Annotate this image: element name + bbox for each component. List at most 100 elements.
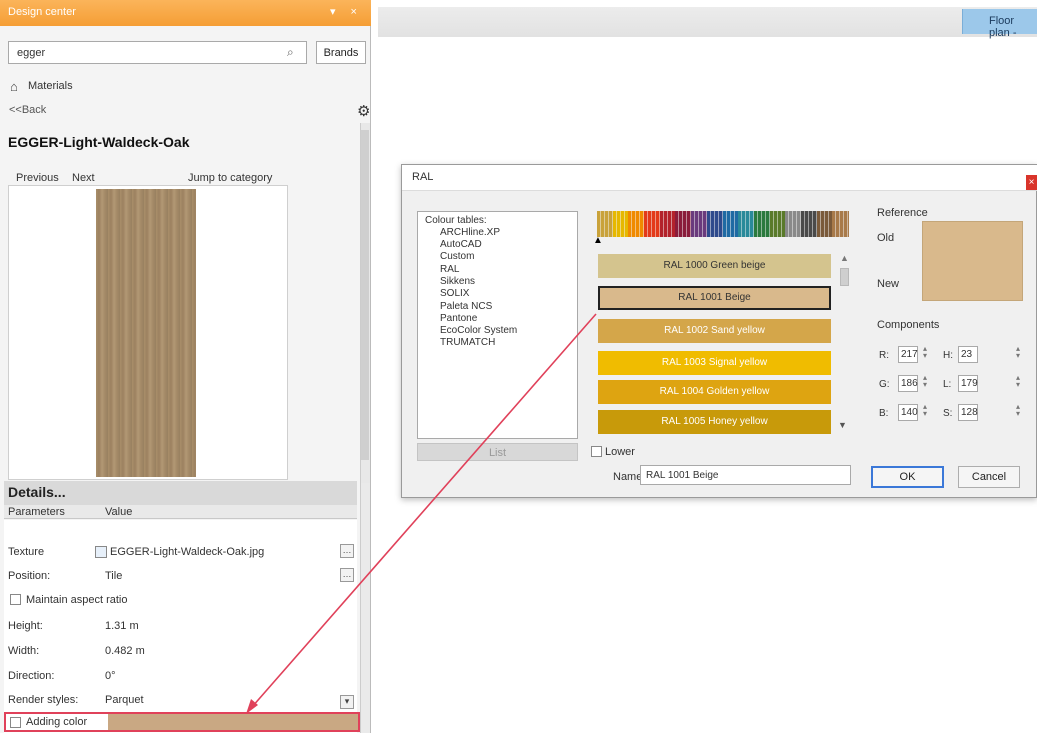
components-label: Components [877, 319, 940, 331]
tree-item-sikkens[interactable]: Sikkens [440, 276, 475, 287]
preview-scrollbar-thumb[interactable] [361, 130, 369, 460]
search-input[interactable] [8, 41, 307, 64]
column-header-value: Value [105, 506, 133, 518]
palette-color-cell[interactable] [612, 211, 629, 237]
breadcrumb-materials[interactable]: Materials [28, 80, 73, 92]
palette-color-cell[interactable] [628, 211, 645, 237]
g-field[interactable]: 186 [898, 375, 918, 392]
l-spinner[interactable]: ▴ ▾ [1016, 374, 1020, 389]
ral-swatch-row[interactable]: RAL 1002 Sand yellow [598, 319, 831, 343]
ral-swatch-row[interactable]: RAL 1003 Signal yellow [598, 351, 831, 375]
texture-value[interactable]: EGGER-Light-Waldeck-Oak.jpg [110, 546, 264, 558]
panel-window-controls[interactable]: ▾ × [330, 5, 363, 18]
reference-label: Reference [877, 207, 928, 219]
home-icon[interactable]: ⌂ [10, 79, 18, 94]
tree-item-ecocolor[interactable]: EcoColor System [440, 325, 517, 336]
ral-swatch-row[interactable]: RAL 1001 Beige [598, 286, 831, 310]
scroll-down-icon[interactable]: ▼ [838, 420, 847, 430]
adding-color-checkbox[interactable] [10, 717, 21, 728]
back-link[interactable]: <<Back [9, 104, 46, 116]
position-button[interactable]: … [340, 568, 354, 582]
texture-browse-button[interactable]: … [340, 544, 354, 558]
cancel-button[interactable]: Cancel [958, 466, 1020, 488]
name-label: Name [613, 471, 643, 483]
palette-color-cell[interactable] [769, 211, 786, 237]
ral-swatch-row[interactable]: RAL 1004 Golden yellow [598, 380, 831, 404]
ral-swatch-row[interactable]: RAL 1005 Honey yellow [598, 410, 831, 434]
name-field[interactable] [640, 465, 851, 485]
close-icon[interactable]: × [1026, 175, 1037, 190]
maintain-aspect-checkbox[interactable] [10, 594, 21, 605]
previous-link[interactable]: Previous [16, 172, 59, 184]
render-styles-value[interactable]: Parquet [105, 694, 144, 706]
r-field[interactable]: 217 [898, 346, 918, 363]
search-icon[interactable]: ⌕ [287, 45, 294, 60]
palette-color-cell[interactable] [832, 211, 849, 237]
adding-color-swatch[interactable] [108, 714, 358, 730]
palette-color-cell[interactable] [706, 211, 723, 237]
height-value[interactable]: 1.31 m [105, 620, 139, 632]
palette-color-cell[interactable] [644, 211, 661, 237]
material-title: EGGER-Light-Waldeck-Oak [8, 134, 190, 150]
jump-to-category-link[interactable]: Jump to category [188, 172, 272, 184]
b-spinner[interactable]: ▴ ▾ [923, 403, 927, 418]
r-spinner[interactable]: ▴ ▾ [923, 345, 927, 360]
tree-item-custom[interactable]: Custom [440, 251, 474, 262]
h-label: H: [943, 350, 953, 361]
lower-label: Lower [605, 446, 635, 458]
palette-color-cell[interactable] [675, 211, 692, 237]
tree-item-pantone[interactable]: Pantone [440, 313, 477, 324]
tree-item-trumatch[interactable]: TRUMATCH [440, 337, 495, 348]
brands-button[interactable]: Brands [316, 41, 366, 64]
palette-color-cell[interactable] [816, 211, 833, 237]
position-value[interactable]: Tile [105, 570, 122, 582]
details-header[interactable]: Details... [4, 481, 357, 505]
palette-color-cell[interactable] [722, 211, 739, 237]
tree-item-ral[interactable]: RAL [440, 264, 459, 275]
direction-value[interactable]: 0° [105, 670, 116, 682]
palette-color-cell[interactable] [597, 211, 614, 237]
tree-item-solix[interactable]: SOLIX [440, 288, 469, 299]
tree-item-paleta-ncs[interactable]: Paleta NCS [440, 301, 492, 312]
ral-swatch-row[interactable]: RAL 1000 Green beige [598, 254, 831, 278]
gear-icon[interactable]: ⚙ [357, 102, 370, 120]
details-scrollbar[interactable] [360, 483, 370, 733]
new-label: New [877, 278, 900, 290]
tree-item-archline[interactable]: ARCHline.XP [440, 227, 500, 238]
texture-preview-image[interactable] [96, 189, 196, 477]
b-field[interactable]: 140 [898, 404, 918, 421]
ok-button[interactable]: OK [871, 466, 944, 488]
h-field[interactable]: 23 [958, 346, 978, 363]
s-field[interactable]: 128 [958, 404, 978, 421]
palette-color-cell[interactable] [738, 211, 755, 237]
render-styles-label: Render styles: [8, 694, 79, 706]
adding-color-label: Adding color [26, 716, 88, 728]
tab-floor-plan[interactable]: Floor plan - [962, 9, 1037, 39]
h-spinner[interactable]: ▴ ▾ [1016, 345, 1020, 360]
list-button[interactable]: List [417, 443, 578, 461]
tree-item-autocad[interactable]: AutoCAD [440, 239, 482, 250]
next-link[interactable]: Next [72, 172, 95, 184]
scroll-up-icon[interactable]: ▲ [840, 253, 849, 263]
palette-color-cell[interactable] [785, 211, 802, 237]
maintain-aspect-label: Maintain aspect ratio [26, 594, 128, 606]
position-label: Position: [8, 570, 51, 582]
s-label: S: [943, 408, 953, 419]
g-spinner[interactable]: ▴ ▾ [923, 374, 927, 389]
render-styles-dropdown-button[interactable]: ▾ [340, 695, 354, 709]
file-icon [95, 546, 107, 558]
palette-color-cell[interactable] [659, 211, 676, 237]
colour-tables-tree[interactable]: Colour tables: ARCHline.XP AutoCAD Custo… [417, 211, 578, 439]
l-field[interactable]: 179 [958, 375, 978, 392]
swatch-list-scroll-thumb[interactable] [840, 268, 849, 286]
s-spinner[interactable]: ▴ ▾ [1016, 403, 1020, 418]
palette-color-cell[interactable] [753, 211, 771, 237]
palette-color-cell[interactable] [691, 211, 708, 237]
direction-label: Direction: [8, 670, 55, 682]
b-label: B: [879, 408, 889, 419]
panel-title: Design center [8, 6, 76, 18]
width-value[interactable]: 0.482 m [105, 645, 145, 657]
lower-checkbox[interactable] [591, 446, 602, 457]
palette-color-cell[interactable] [800, 211, 818, 237]
color-palette-strip[interactable] [597, 211, 849, 237]
